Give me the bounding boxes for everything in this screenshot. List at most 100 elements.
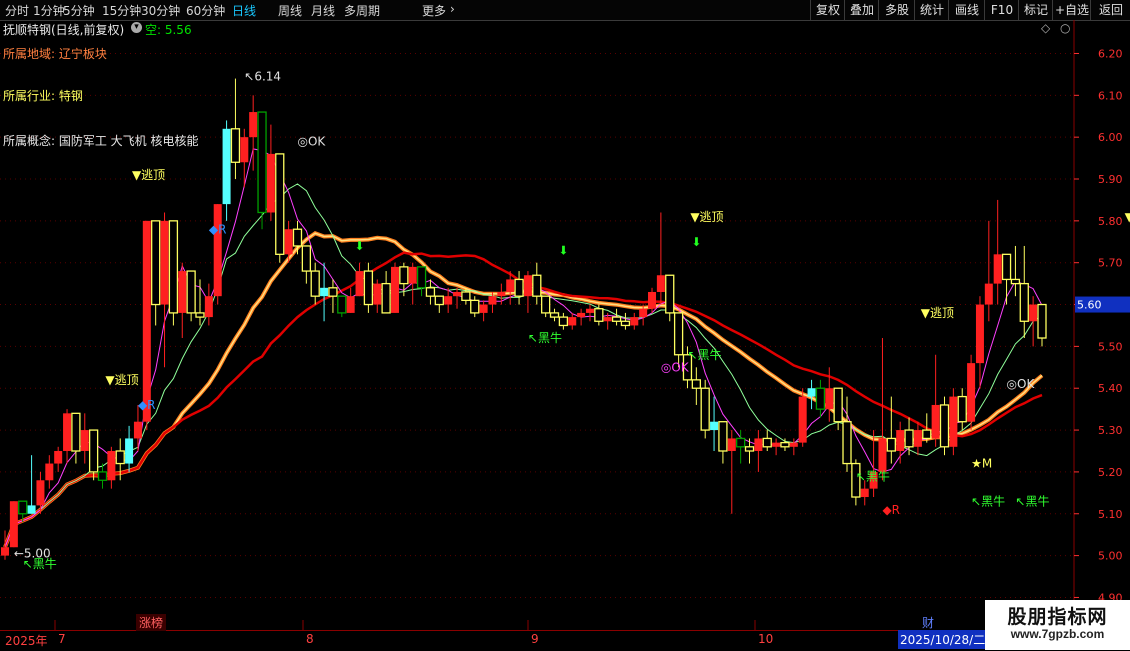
candle-body — [320, 287, 329, 297]
toolbar-button-2[interactable]: 多股 — [878, 0, 915, 20]
region-label: 所属地域: 辽宁板块 — [3, 47, 107, 61]
price-tick-label: 5.10 — [1098, 508, 1123, 521]
candle-body — [310, 270, 320, 297]
candle-body — [337, 295, 347, 314]
candle-body — [479, 304, 488, 313]
candle-body — [931, 404, 940, 439]
candle-body — [1001, 253, 1012, 281]
concept-label: 所属概念: 国防军工 大飞机 核电核能 — [3, 134, 199, 148]
circle-icon[interactable]: ○ — [1060, 21, 1070, 35]
period-tab-1[interactable]: 1分钟 — [33, 2, 65, 19]
candle-body — [975, 304, 984, 364]
period-tab-5[interactable]: 60分钟 — [186, 2, 225, 19]
low-price-label: ←5.00 — [14, 547, 51, 561]
candle-body — [195, 312, 205, 318]
candle-body — [373, 283, 382, 305]
toolbar-button-3[interactable]: 统计 — [914, 0, 949, 20]
candle-body — [780, 441, 790, 448]
candle-body — [639, 308, 648, 318]
candle-body — [178, 271, 187, 313]
toolbar-button-1[interactable]: 叠加 — [844, 0, 879, 20]
candle-body — [497, 291, 506, 297]
r-signal: ◆R — [209, 222, 227, 236]
toolbar-button-5[interactable]: F10 — [984, 0, 1019, 20]
candle-body — [160, 220, 169, 305]
candle-body — [762, 437, 772, 448]
escape-top-signal: ▼逃顶 — [1125, 210, 1130, 224]
candle-body — [568, 317, 577, 326]
candle-body — [620, 320, 631, 327]
candle-body — [691, 379, 701, 389]
stock-title: 抚顺特钢(日线,前复权) — [3, 23, 125, 37]
candle-body — [656, 275, 665, 292]
candle-body — [363, 270, 374, 306]
candle-body — [63, 413, 72, 451]
toolbar-button-4[interactable]: 画线 — [948, 0, 985, 20]
candle-body — [744, 446, 755, 452]
black-bull-signal: ↖黑牛 — [856, 468, 890, 483]
month-label: 7 — [58, 632, 66, 646]
candle-body — [275, 153, 285, 255]
candle-body — [71, 412, 81, 452]
period-tab-0[interactable]: 分时 — [5, 2, 29, 19]
candle-body — [408, 266, 417, 284]
period-tab-2[interactable]: 5分钟 — [63, 2, 95, 19]
price-tick-label: 5.80 — [1098, 215, 1123, 228]
toolbar-button-0[interactable]: 复权 — [810, 0, 845, 20]
period-tab-9[interactable]: 多周期 — [344, 2, 380, 19]
candle-body — [833, 387, 843, 423]
watermark-title: 股朋指标网 — [1007, 606, 1108, 628]
candle-body — [107, 450, 116, 481]
candle-body — [922, 429, 932, 440]
toolbar-button-6[interactable]: 标记 — [1018, 0, 1053, 20]
candle-body — [355, 271, 364, 297]
candle-body — [292, 228, 303, 247]
candle-body — [807, 388, 816, 397]
cai-marker[interactable]: 财 — [922, 614, 934, 631]
candle-body — [842, 421, 852, 465]
toolbar-button-8[interactable]: 返回 — [1090, 0, 1130, 20]
candle-body — [984, 283, 993, 305]
candle-body — [798, 396, 807, 443]
status-label: 空: 5.56 — [145, 23, 192, 37]
escape-top-signal: ▼逃顶 — [690, 210, 723, 224]
ok-signal-magenta: ◎OK — [661, 360, 690, 374]
period-tab-3[interactable]: 15分钟 — [102, 2, 141, 19]
candle-body — [470, 299, 480, 314]
period-tab-7[interactable]: 周线 — [278, 2, 302, 19]
ok-signal-2: ◎OK — [1007, 377, 1036, 391]
candle-body — [648, 291, 657, 309]
gear-icon[interactable]: ▾ — [131, 22, 142, 33]
price-tick-label: 5.70 — [1098, 257, 1123, 270]
r-signal-red: ◆R — [882, 503, 900, 517]
candle-body — [904, 429, 914, 448]
black-bull-signal: ↖黑牛 — [971, 493, 1005, 508]
candle-body — [825, 388, 834, 410]
candle-body — [523, 275, 532, 297]
candle-body — [115, 450, 125, 465]
candle-body — [558, 316, 569, 327]
m-signal: ★M — [971, 457, 992, 471]
candle-body — [700, 387, 710, 431]
period-tab-10[interactable]: 更多 — [422, 2, 446, 19]
candle-body — [346, 296, 355, 313]
toolbar-button-7[interactable]: +自选 — [1052, 0, 1091, 20]
period-tab-4[interactable]: 30分钟 — [141, 2, 180, 19]
candle-body — [585, 308, 594, 313]
candle-body — [54, 450, 63, 464]
zhangbang-marker[interactable]: 涨榜 — [136, 614, 167, 631]
candle-body — [284, 229, 293, 255]
diamond-icon[interactable]: ◇ — [1041, 21, 1050, 35]
candle-body — [611, 316, 622, 322]
down-arrow-icon: ⬇ — [691, 235, 701, 249]
period-tab-8[interactable]: 月线 — [311, 2, 335, 19]
candle-body — [603, 317, 612, 322]
price-tick-label: 5.00 — [1098, 550, 1123, 563]
month-label: 10 — [758, 632, 774, 646]
chevron-right-icon[interactable]: › — [450, 2, 455, 16]
watermark: 股朋指标网 www.7gpzb.com — [985, 600, 1130, 650]
period-tab-6[interactable]: 日线 — [232, 2, 256, 19]
candle-body — [301, 245, 312, 272]
candle-body — [860, 488, 869, 498]
month-label: 9 — [531, 632, 539, 646]
